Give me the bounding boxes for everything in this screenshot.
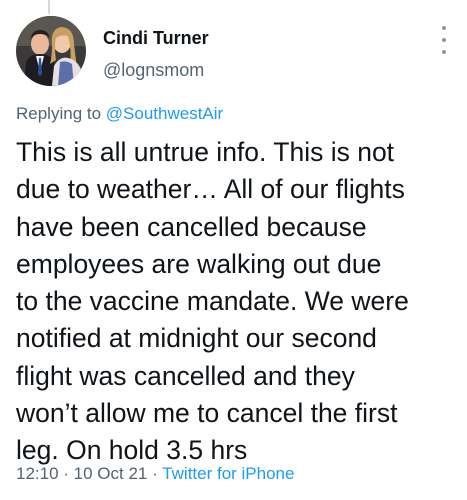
tweet-text-line: notified at midnight our second xyxy=(16,323,377,354)
tweet-text-line: due to weather… All of our flights xyxy=(16,174,405,205)
replying-to-handle-link[interactable]: @SouthwestAir xyxy=(106,104,223,123)
more-vertical-icon-dot xyxy=(442,50,446,54)
replying-to-label: Replying to xyxy=(16,104,106,123)
tweet-text-line: This is all untrue info. This is not xyxy=(16,137,395,167)
tweet-text-line: to the vaccine mandate. We were xyxy=(16,286,409,317)
tweet-text-line: have been cancelled because xyxy=(16,211,367,242)
tweet-date[interactable]: 10 Oct 21 xyxy=(74,464,148,483)
tweet-text-line: flight was cancelled and they xyxy=(16,360,355,391)
avatar-photo xyxy=(16,16,86,86)
author-handle[interactable]: @lognsmom xyxy=(103,60,204,81)
replying-to: Replying to @SouthwestAir xyxy=(16,104,223,124)
tweet-source-link[interactable]: Twitter for iPhone xyxy=(162,464,294,483)
more-options-button[interactable] xyxy=(439,26,449,54)
avatar[interactable] xyxy=(16,16,86,86)
author-name[interactable]: Cindi Turner xyxy=(103,28,209,49)
tweet-metadata: 12:10 · 10 Oct 21 · Twitter for iPhone xyxy=(16,464,294,484)
more-vertical-icon xyxy=(442,26,446,30)
meta-separator: · xyxy=(58,464,74,483)
thread-connector-line xyxy=(48,0,50,14)
tweet-text-line: won’t allow me to cancel the first xyxy=(16,398,398,429)
tweet-text-line: employees are walking out due xyxy=(16,248,382,279)
tweet-time[interactable]: 12:10 xyxy=(16,464,59,483)
more-vertical-icon-dot xyxy=(442,38,446,42)
tweet-header: Cindi Turner @lognsmom xyxy=(16,16,451,92)
tweet-text: This is all untrue info. This is not due… xyxy=(16,134,456,470)
meta-separator: · xyxy=(147,464,163,483)
